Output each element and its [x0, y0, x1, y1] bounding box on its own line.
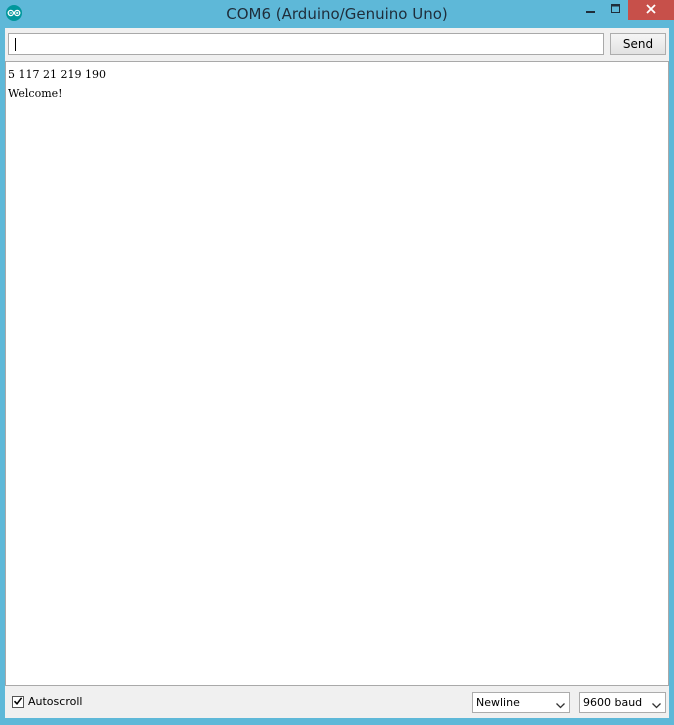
status-bar: Autoscroll Newline 9600 baud: [5, 686, 669, 718]
serial-output-area[interactable]: 5 117 21 219 190 Welcome!: [5, 61, 669, 686]
line-ending-value: Newline: [476, 696, 520, 709]
serial-monitor-content: Send 5 117 21 219 190 Welcome! Autoscrol…: [5, 28, 669, 718]
minimize-button[interactable]: [578, 0, 604, 20]
maximize-button[interactable]: [604, 0, 628, 20]
checkbox-box[interactable]: [12, 693, 24, 711]
close-button[interactable]: [628, 0, 674, 20]
window-title: COM6 (Arduino/Genuino Uno): [226, 5, 448, 23]
minimize-icon: [586, 1, 596, 19]
send-row: Send: [5, 28, 669, 60]
baud-rate-select[interactable]: 9600 baud: [579, 692, 666, 713]
baud-rate-value: 9600 baud: [583, 696, 643, 709]
check-icon: [13, 693, 23, 711]
chevron-down-icon: [652, 699, 661, 712]
title-bar[interactable]: COM6 (Arduino/Genuino Uno): [0, 0, 674, 28]
send-button[interactable]: Send: [610, 33, 666, 55]
autoscroll-checkbox[interactable]: Autoscroll: [12, 695, 82, 708]
output-line: Welcome!: [8, 87, 63, 100]
line-ending-select[interactable]: Newline: [472, 692, 570, 713]
maximize-icon: [611, 1, 621, 19]
output-line: 5 117 21 219 190: [8, 68, 106, 81]
close-icon: [646, 1, 656, 19]
autoscroll-label: Autoscroll: [28, 695, 83, 708]
serial-monitor-window: COM6 (Arduino/Genuino Uno) Send 5 117 21…: [0, 0, 674, 725]
chevron-down-icon: [556, 699, 565, 712]
serial-send-input[interactable]: [8, 33, 604, 55]
text-caret: [15, 38, 16, 51]
